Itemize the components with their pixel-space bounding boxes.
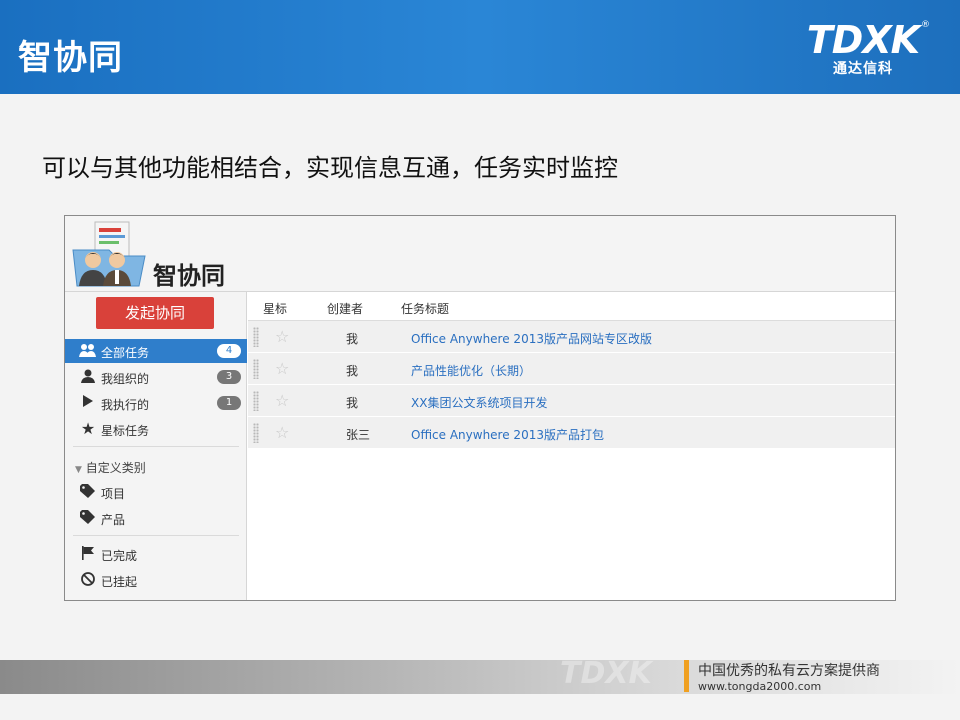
star-outline-icon[interactable]: ☆ xyxy=(275,423,289,442)
footer-slogan: 中国优秀的私有云方案提供商 xyxy=(698,663,880,679)
sidebar-item-suspended[interactable]: 已挂起 xyxy=(65,568,247,592)
sidebar-item-completed[interactable]: 已完成 xyxy=(65,542,247,566)
drag-handle-icon[interactable] xyxy=(253,327,259,347)
column-header-title[interactable]: 任务标题 xyxy=(401,300,449,317)
sidebar-divider xyxy=(73,535,239,536)
sidebar-item-product[interactable]: 产品 xyxy=(65,506,247,530)
play-icon xyxy=(79,395,97,411)
count-badge: 1 xyxy=(217,396,241,410)
user-icon xyxy=(79,369,97,385)
app-name: 智协同 xyxy=(153,262,225,290)
task-title-link[interactable]: 产品性能优化（长期） xyxy=(411,362,531,379)
company-logo: TDXK ® 通达信科 xyxy=(798,18,930,80)
app-header: 智协同 xyxy=(65,216,895,292)
table-row[interactable]: ☆ 我 产品性能优化（长期） xyxy=(248,353,895,385)
sidebar-item-label: 星标任务 xyxy=(101,424,150,438)
sidebar-item-label: 已完成 xyxy=(101,549,138,563)
column-header-creator[interactable]: 创建者 xyxy=(327,300,363,317)
star-outline-icon[interactable]: ☆ xyxy=(275,391,289,410)
task-title-link[interactable]: Office Anywhere 2013版产品打包 xyxy=(411,426,604,443)
sidebar-item-label: 我执行的 xyxy=(101,398,150,412)
ban-icon xyxy=(79,572,97,588)
creator-cell: 我 xyxy=(346,364,359,378)
star-outline-icon[interactable]: ☆ xyxy=(275,359,289,378)
creator-cell: 我 xyxy=(346,332,359,346)
tag-icon xyxy=(79,510,97,526)
table-row[interactable]: ☆ 我 Office Anywhere 2013版产品网站专区改版 xyxy=(248,321,895,353)
task-title-link[interactable]: Office Anywhere 2013版产品网站专区改版 xyxy=(411,330,652,347)
collaboration-icon xyxy=(72,221,146,287)
star-icon: ★ xyxy=(80,419,96,438)
flag-icon xyxy=(79,546,97,562)
task-title-link[interactable]: XX集团公文系统项目开发 xyxy=(411,394,547,411)
slide-header: 智协同 TDXK ® 通达信科 xyxy=(0,0,960,94)
registered-mark: ® xyxy=(921,20,930,30)
sidebar-item-label: 我组织的 xyxy=(101,372,150,386)
creator-cell: 张三 xyxy=(346,428,371,442)
slide-title: 智协同 xyxy=(18,38,123,78)
footer-watermark: TDXK xyxy=(560,656,652,691)
table-row[interactable]: ☆ 我 XX集团公文系统项目开发 xyxy=(248,385,895,417)
footer-accent-bar xyxy=(684,660,689,692)
drag-handle-icon[interactable] xyxy=(253,359,259,379)
footer-url: www.tongda2000.com xyxy=(698,680,822,693)
sidebar: 发起协同 全部任务 4 我组织的 3 我执行的 1 ★ 星标任务 ▼ 自定义类别… xyxy=(65,292,247,600)
custom-category-label: 自定义类别 xyxy=(85,461,146,475)
logo-subtitle: 通达信科 xyxy=(833,61,893,77)
sidebar-divider xyxy=(73,446,239,447)
drag-handle-icon[interactable] xyxy=(253,423,259,443)
drag-handle-icon[interactable] xyxy=(253,391,259,411)
sidebar-item-all-tasks[interactable]: 全部任务 4 xyxy=(65,339,247,363)
sidebar-item-label: 产品 xyxy=(101,513,126,527)
sidebar-item-organized[interactable]: 我组织的 3 xyxy=(65,365,247,389)
table-row[interactable]: ☆ 张三 Office Anywhere 2013版产品打包 xyxy=(248,417,895,449)
caret-down-icon: ▼ xyxy=(75,465,82,475)
app-screenshot: 智协同 发起协同 全部任务 4 我组织的 3 我执行的 1 ★ 星标任务 ▼ 自… xyxy=(64,215,896,601)
sidebar-item-label: 已挂起 xyxy=(101,575,138,589)
creator-cell: 我 xyxy=(346,396,359,410)
slide-subtitle: 可以与其他功能相结合，实现信息互通，任务实时监控 xyxy=(42,154,618,182)
launch-collaboration-button[interactable]: 发起协同 xyxy=(96,297,214,329)
column-header-star[interactable]: 星标 xyxy=(263,300,287,317)
star-outline-icon[interactable]: ☆ xyxy=(275,327,289,346)
count-badge: 4 xyxy=(217,344,241,358)
tag-icon xyxy=(79,484,97,500)
sidebar-item-starred[interactable]: ★ 星标任务 xyxy=(65,417,247,441)
sidebar-item-executing[interactable]: 我执行的 1 xyxy=(65,391,247,415)
sidebar-item-label: 项目 xyxy=(101,487,126,501)
count-badge: 3 xyxy=(217,370,241,384)
group-icon xyxy=(79,343,97,359)
sidebar-item-label: 全部任务 xyxy=(101,346,150,360)
logo-mark: TDXK xyxy=(806,18,920,62)
task-list: 星标 创建者 任务标题 ☆ 我 Office Anywhere 2013版产品网… xyxy=(248,292,895,600)
sidebar-item-project[interactable]: 项目 xyxy=(65,480,247,504)
custom-category-toggle[interactable]: ▼ 自定义类别 xyxy=(75,459,146,476)
